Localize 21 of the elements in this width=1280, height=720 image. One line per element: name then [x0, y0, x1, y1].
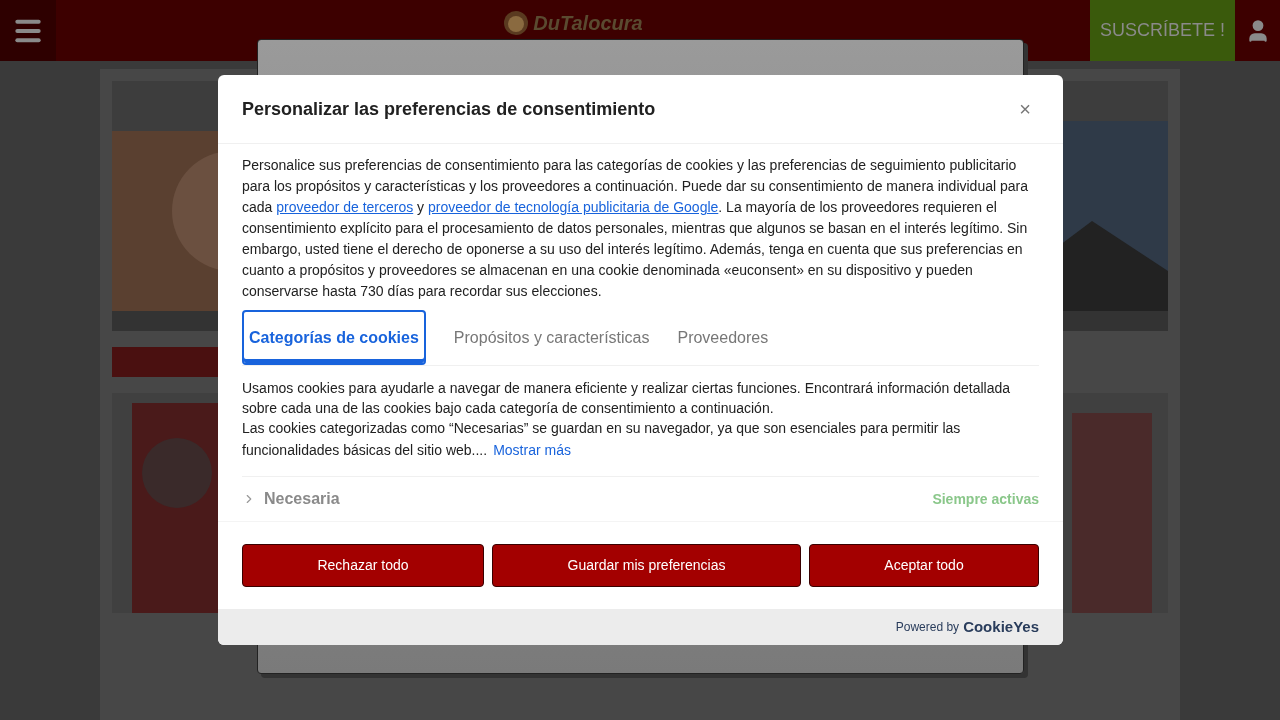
close-button[interactable]: × [1011, 94, 1039, 125]
logo-text: DuTalocura [533, 10, 643, 36]
brand-logo[interactable]: CookieYes [963, 615, 1039, 639]
description-text: Las cookies categorizadas como “Necesarias” se guardan en su navegador, ya que son esenciales para permitir las funcionalidades básicas del sitio web.... Mostrar más [242, 419, 962, 461]
tab[interactable]: Proveedores [677, 310, 769, 366]
tab[interactable]: Propósitos y características [453, 310, 650, 366]
description-text: Usamos cookies para ayudarle a navegar de manera eficiente y realizar ciertas funciones. Encontrará información detallada sobre cada una de las cookies bajo cada categoría de consentimiento a continuación. [242, 379, 1012, 419]
dialog-title: Personalizar las preferencias de consentimiento [242, 97, 656, 121]
intro-paragraph: Personalice sus preferencias de consentimiento para las categorías de cookies y las preferencias de seguimiento publicitario para los propósitos y características y los proveedores a continuación. Puede dar su consentimiento de manera individual para cada proveedor de terceros y proveedor de tecnología publicitaria de Google. La mayoría de los proveedores requieren el consentimiento explícito para el procesamiento de datos personales, mientras que algunos se basan en el interés legítimo. Sin embargo, usted tiene el derecho de oponerse a su uso del interés legítimo. Además, tenga en cuenta que sus preferencias en cuanto a propósitos y proveedores se almacenan en una cookie denominada «euconsent» en su dispositivo y pueden conservarse hasta 730 días para recordar sus elecciones. [242, 156, 1029, 302]
show-more-link[interactable]: Mostrar más [493, 442, 571, 459]
status-text: Siempre activas [932, 489, 1039, 509]
category-name[interactable]: Necesaria [264, 487, 340, 512]
face-icon [503, 9, 530, 36]
powered-by-text: Powered by [895, 619, 960, 637]
consent-button[interactable]: Guardar mis preferencias [492, 544, 801, 588]
text-link[interactable]: proveedor de tecnología publicitaria de Google [428, 199, 719, 216]
consent-button[interactable]: Rechazar todo [242, 544, 484, 588]
tab[interactable]: Categorías de cookies [242, 310, 426, 366]
consent-button[interactable]: Aceptar todo [809, 544, 1039, 588]
menu-button[interactable] [0, 0, 56, 61]
text-link[interactable]: proveedor de terceros [276, 199, 414, 216]
